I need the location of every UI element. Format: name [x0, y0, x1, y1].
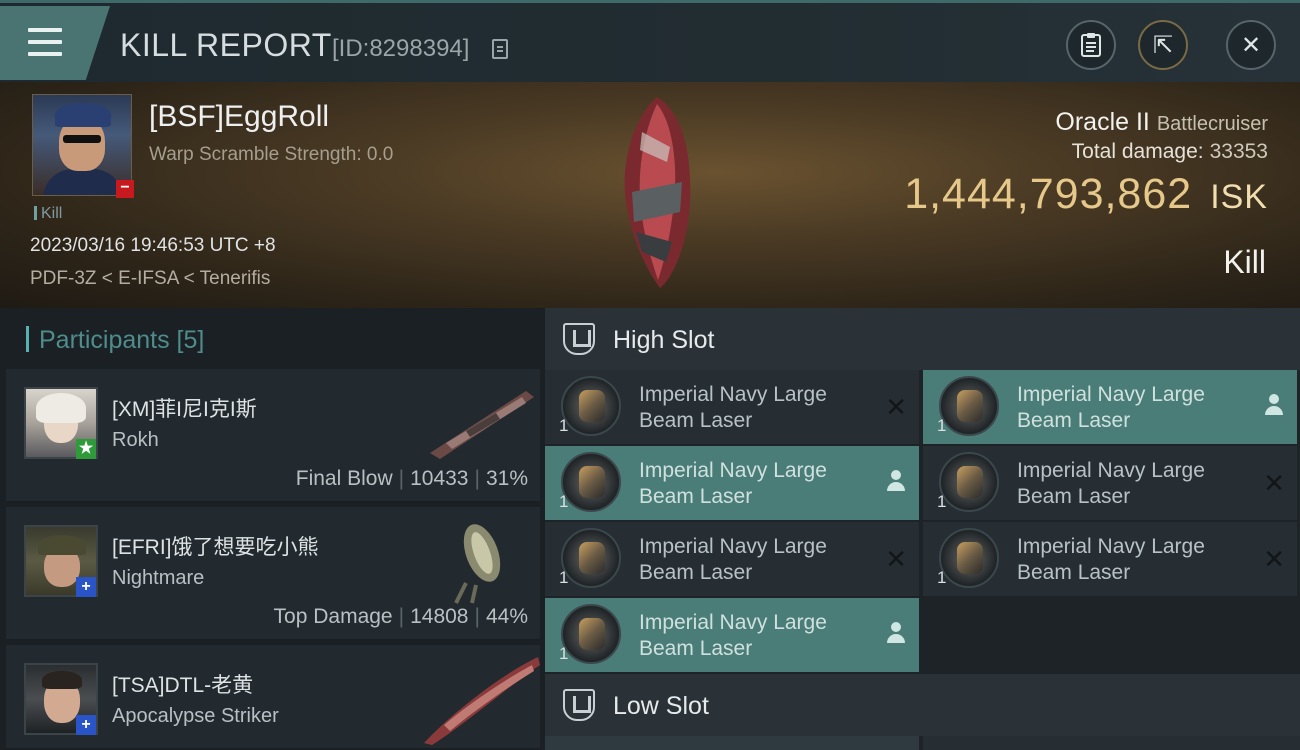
result-label: Kill — [1223, 244, 1266, 280]
low-slot-header: Low Slot — [545, 674, 1300, 736]
laser-module-icon — [561, 376, 621, 436]
laser-module-icon — [939, 376, 999, 436]
module-item[interactable] — [923, 736, 1300, 750]
low-slot-title: Low Slot — [613, 692, 709, 720]
star-badge-icon: ★ — [76, 439, 96, 459]
laser-module-icon — [939, 528, 999, 588]
participant-stats: Top Damage | 14808 | 44% — [273, 605, 528, 628]
module-name: Imperial Navy Large Beam Laser — [639, 383, 827, 432]
page-title: KILL REPORT — [120, 27, 332, 63]
participant-name: [XM]菲I尼I克I斯 — [112, 398, 257, 421]
participant-ship-image — [454, 524, 501, 604]
victim-ship-name[interactable]: Oracle II Battlecruiser — [1055, 108, 1268, 137]
clipboard-icon — [1081, 33, 1101, 57]
fitting-panel: High Slot 1 Imperial Navy Large Beam Lase… — [545, 308, 1300, 750]
destroyed-icon: ✕ — [885, 544, 907, 574]
high-slot-icon — [563, 323, 595, 355]
participant-ship: Nightmare — [112, 567, 205, 589]
dropped-person-icon — [887, 622, 905, 644]
dropped-person-icon — [887, 470, 905, 492]
top-bar: KILL REPORT [ID:8298394] ⇱ ✕ — [0, 0, 1300, 82]
participant-name: [EFRI]饿了想要吃小熊 — [112, 536, 319, 559]
total-damage: Total damage: 33353 — [1071, 140, 1268, 163]
module-item[interactable]: 1 Imperial Navy Large Beam Laser ✕ — [923, 446, 1297, 520]
laser-module-icon — [939, 452, 999, 512]
destroyed-icon: ✕ — [885, 392, 907, 422]
isk-value: 1,444,793,862 ISK — [904, 170, 1268, 218]
victim-ship-class: Battlecruiser — [1156, 113, 1268, 135]
clipboard-button[interactable] — [1066, 20, 1116, 70]
kill-tag: Kill — [34, 205, 62, 223]
participant-name: [TSA]DTL-老黄 — [112, 674, 254, 697]
participants-header[interactable]: Participants [5] — [26, 326, 204, 355]
participant-ship: Rokh — [112, 429, 159, 451]
victim-name[interactable]: [BSF]EggRoll — [149, 100, 329, 134]
high-slot-title: High Slot — [613, 326, 715, 354]
module-item[interactable]: 1 Imperial Navy Large Beam Laser ✕ — [923, 522, 1297, 596]
plus-badge-icon: + — [76, 715, 96, 735]
kill-timestamp: 2023/03/16 19:46:53 UTC +8 — [30, 235, 276, 256]
hostile-badge: − — [116, 180, 134, 198]
module-name: Imperial Navy Large Beam Laser — [639, 535, 827, 584]
destroyed-icon: ✕ — [1263, 468, 1285, 498]
module-name: Imperial Navy Large Beam Laser — [639, 459, 827, 508]
warp-scramble-strength: Warp Scramble Strength: 0.0 — [149, 144, 394, 165]
module-name: Imperial Navy Large Beam Laser — [639, 611, 827, 660]
hamburger-icon — [28, 28, 62, 56]
participant-ship-image — [424, 657, 540, 745]
participant-ship: Apocalypse Striker — [112, 705, 279, 727]
participant-card[interactable]: + [EFRI]饿了想要吃小熊 Nightmare Top Damage | 148… — [6, 507, 540, 641]
module-name: Imperial Navy Large Beam Laser — [1017, 383, 1205, 432]
close-icon: ✕ — [1240, 31, 1262, 59]
dropped-person-icon — [1265, 394, 1283, 416]
module-item[interactable]: 1 Imperial Navy Large Beam Laser — [545, 598, 919, 672]
low-slot-icon — [563, 689, 595, 721]
destroyed-icon: ✕ — [1263, 544, 1285, 574]
laser-module-icon — [561, 528, 621, 588]
module-item[interactable] — [545, 736, 919, 750]
participant-card[interactable]: + [TSA]DTL-老黄 Apocalypse Striker — [6, 645, 540, 750]
high-slot-header: High Slot — [545, 308, 1300, 370]
copy-icon[interactable] — [492, 39, 508, 59]
module-name: Imperial Navy Large Beam Laser — [1017, 459, 1205, 508]
participant-stats: Final Blow | 10433 | 31% — [295, 467, 528, 490]
participant-card[interactable]: ★ [XM]菲I尼I克I斯 Rokh Final Blow | 10433 | 31% — [6, 369, 540, 503]
laser-module-icon — [561, 452, 621, 512]
laser-module-icon — [561, 604, 621, 664]
module-name: Imperial Navy Large Beam Laser — [1017, 535, 1205, 584]
export-icon: ⇱ — [1152, 31, 1174, 59]
victim-panel: − [BSF]EggRoll Warp Scramble Strength: 0… — [0, 82, 1300, 308]
victim-ship-image — [624, 97, 691, 288]
kill-location: PDF-3Z < E-IFSA < Tenerifis — [30, 268, 271, 289]
menu-button[interactable] — [0, 6, 110, 80]
close-button[interactable]: ✕ — [1226, 20, 1276, 70]
participant-ship-image — [430, 391, 534, 459]
module-item[interactable]: 1 Imperial Navy Large Beam Laser — [545, 446, 919, 520]
report-id: [ID:8298394] — [332, 35, 470, 62]
export-button[interactable]: ⇱ — [1138, 20, 1188, 70]
module-item[interactable]: 1 Imperial Navy Large Beam Laser — [923, 370, 1297, 444]
module-item[interactable]: 1 Imperial Navy Large Beam Laser ✕ — [545, 522, 919, 596]
participants-panel: Participants [5] ★ [XM]菲I尼I克I斯 Rokh Fina… — [0, 308, 545, 750]
module-item[interactable]: 1 Imperial Navy Large Beam Laser ✕ — [545, 370, 919, 444]
plus-badge-icon: + — [76, 577, 96, 597]
